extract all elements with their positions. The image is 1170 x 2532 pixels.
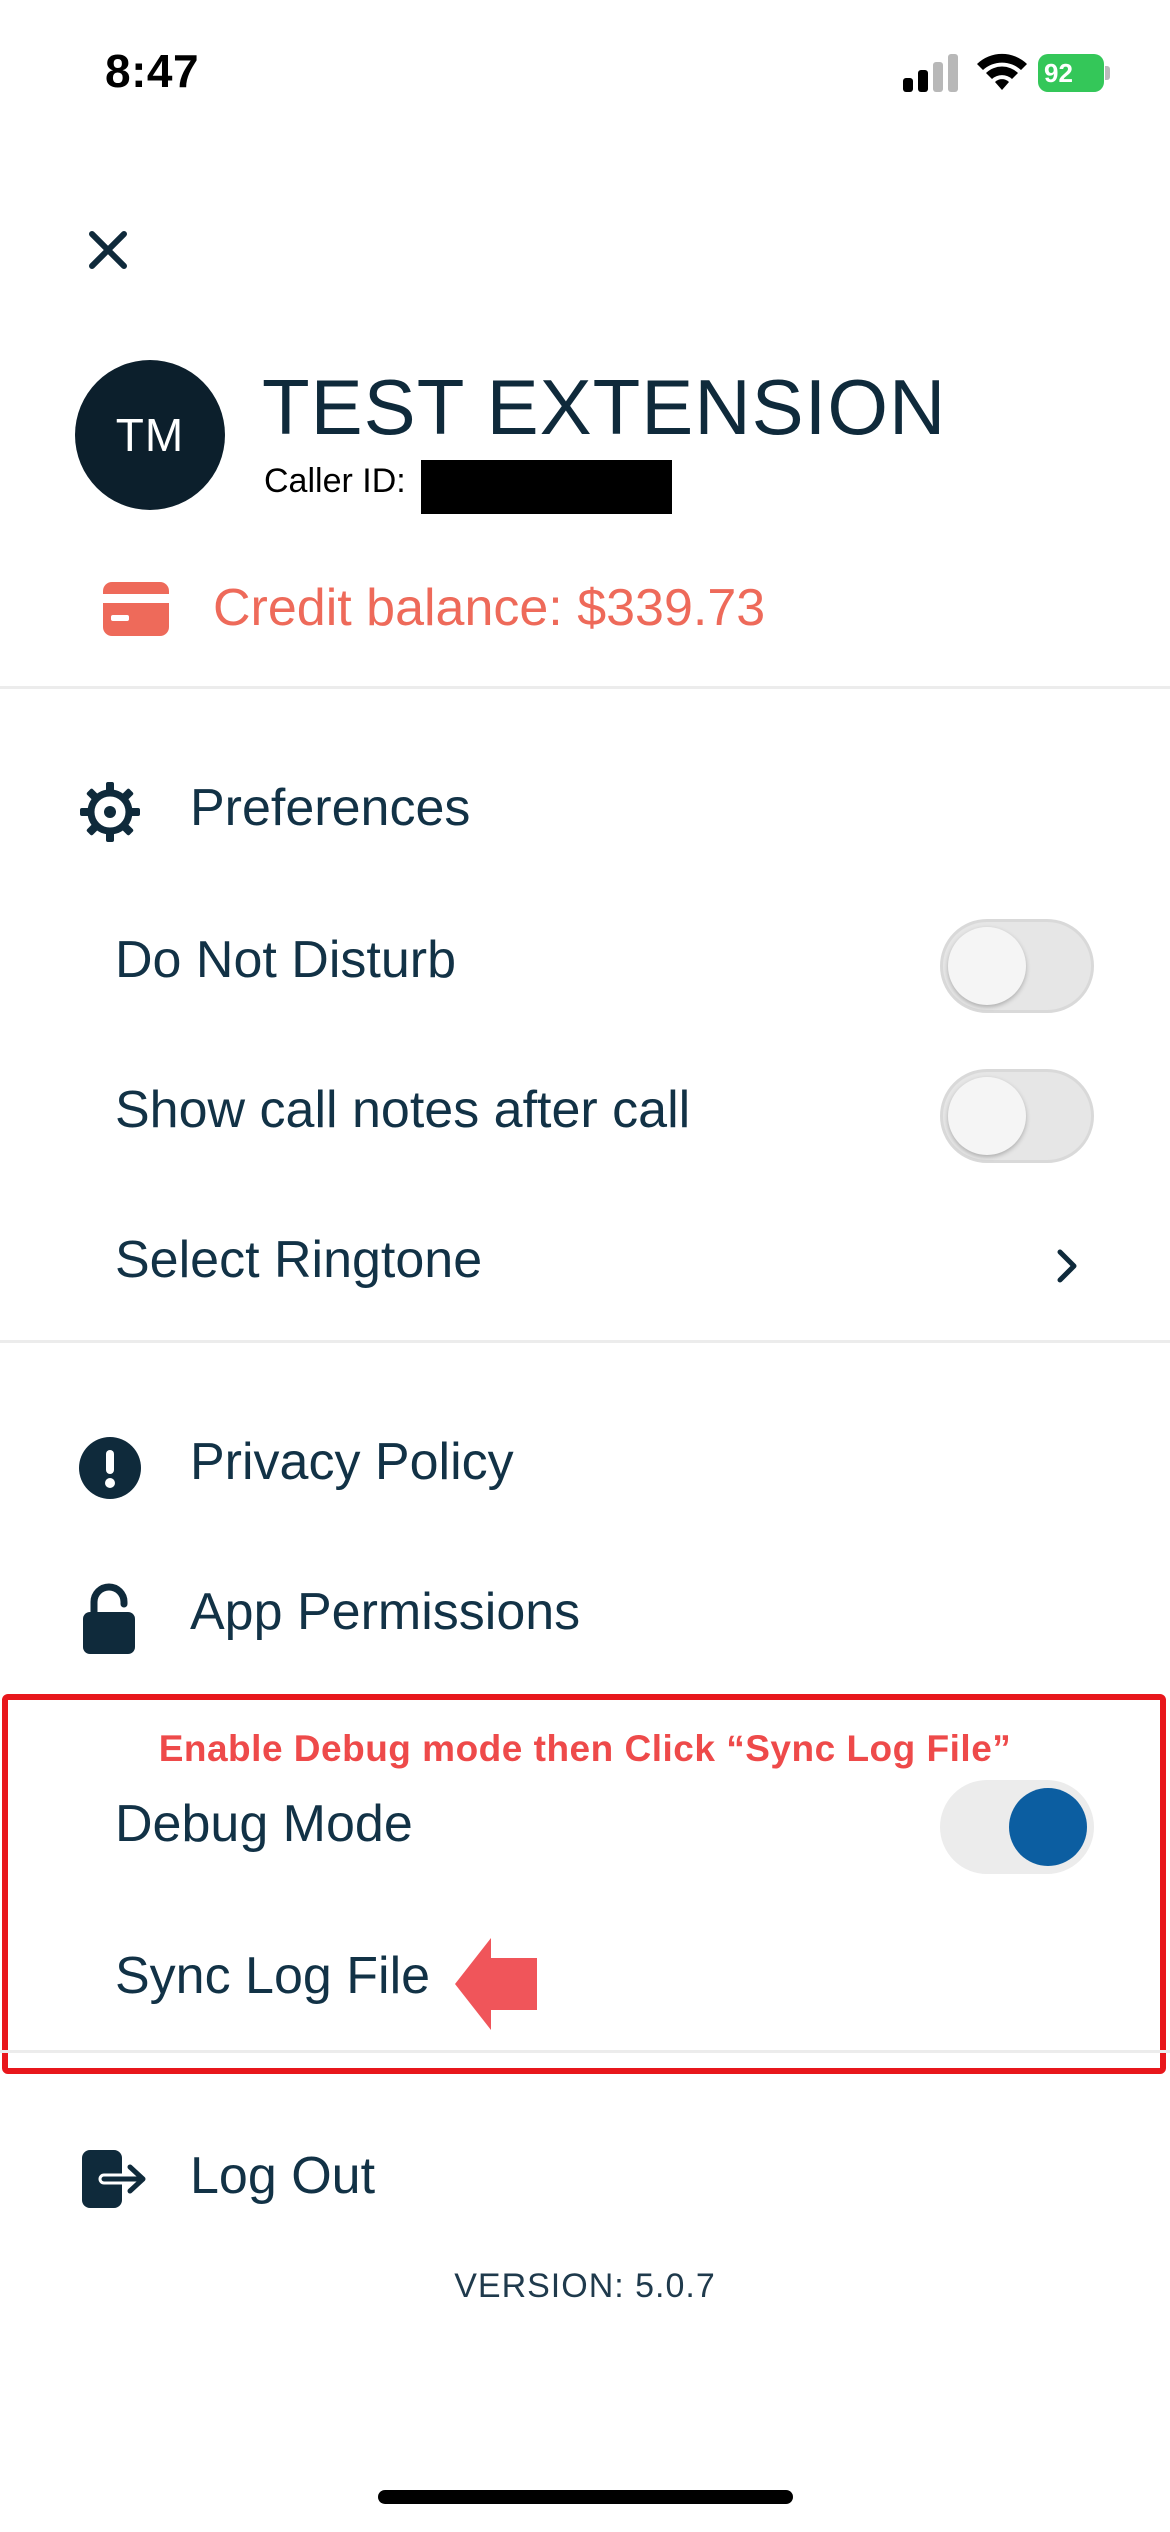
avatar: TM <box>75 360 225 510</box>
toggle-knob <box>948 927 1026 1005</box>
call-notes-label: Show call notes after call <box>115 1081 691 1139</box>
app-permissions-item[interactable]: App Permissions <box>190 1582 580 1642</box>
chevron-right-icon[interactable] <box>1052 1246 1082 1286</box>
unlocked-padlock-icon <box>83 1583 135 1654</box>
toggle-knob <box>948 1077 1026 1155</box>
privacy-policy-item[interactable]: Privacy Policy <box>190 1432 514 1492</box>
credit-card-icon <box>103 582 169 636</box>
do-not-disturb-label: Do Not Disturb <box>115 931 456 989</box>
close-icon[interactable] <box>80 222 136 278</box>
wifi-icon <box>977 53 1027 90</box>
toggle-knob <box>1009 1788 1087 1866</box>
logout-icon <box>82 2150 148 2208</box>
sync-log-file-item[interactable]: Sync Log File <box>115 1946 430 2006</box>
status-time: 8:47 <box>105 45 200 97</box>
call-notes-toggle[interactable] <box>940 1069 1094 1163</box>
home-indicator[interactable] <box>378 2490 793 2504</box>
divider <box>0 2050 1170 2053</box>
caller-id-redacted: [redacted] <box>421 460 672 514</box>
debug-mode-label: Debug Mode <box>115 1795 413 1853</box>
divider <box>0 1340 1170 1343</box>
battery-percent: 92 <box>1044 58 1073 88</box>
cellular-signal-icon <box>903 52 959 92</box>
gear-icon <box>80 782 140 842</box>
battery-icon: 92 <box>1038 54 1110 92</box>
arrow-left-icon <box>455 1938 537 2030</box>
debug-mode-toggle[interactable] <box>940 1780 1094 1874</box>
credit-balance: Credit balance: $339.73 <box>213 579 766 637</box>
log-out-button[interactable]: Log Out <box>190 2146 375 2206</box>
do-not-disturb-toggle[interactable] <box>940 919 1094 1013</box>
preferences-title: Preferences <box>190 779 471 837</box>
profile-name: TEST EXTENSION <box>262 363 947 451</box>
version-label: VERSION: 5.0.7 <box>454 2267 716 2305</box>
annotation-text: Enable Debug mode then Click “Sync Log F… <box>158 1728 1012 1769</box>
divider <box>0 686 1170 689</box>
caller-id-label: Caller ID: <box>264 462 406 500</box>
select-ringtone-item[interactable]: Select Ringtone <box>115 1230 482 1290</box>
exclamation-icon <box>79 1437 141 1499</box>
